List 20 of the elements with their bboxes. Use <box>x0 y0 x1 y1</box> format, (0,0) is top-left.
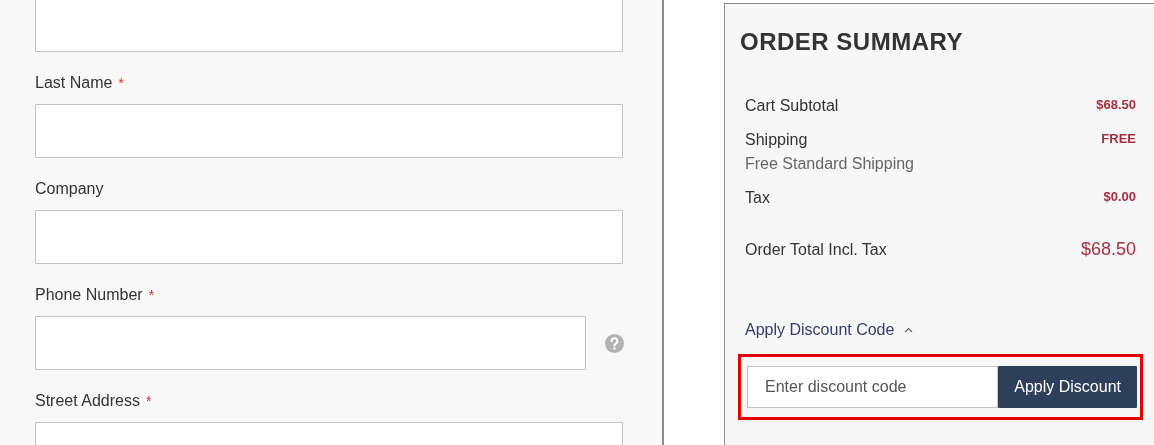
summary-label: Cart Subtotal <box>745 96 839 116</box>
required-mark: * <box>118 73 124 93</box>
apply-discount-button[interactable]: Apply Discount <box>998 366 1137 408</box>
field-label: Company <box>35 179 104 199</box>
total-value: $68.50 <box>1080 238 1136 261</box>
discount-field[interactable]: Enter discount code <box>747 366 999 408</box>
total-label: Order Total Incl. Tax <box>745 239 887 260</box>
summary-label: Tax <box>745 188 770 208</box>
summary-value: FREE <box>1101 130 1136 148</box>
summary-value: $68.50 <box>1096 96 1136 114</box>
field-label: Street Address <box>35 391 140 411</box>
discount-toggle[interactable]: Apply Discount Code <box>745 318 914 342</box>
field-label: Last Name <box>35 73 113 93</box>
summary-label: Shipping <box>745 130 809 150</box>
summary-value: $0.00 <box>1103 188 1136 206</box>
field-label: Phone Number <box>35 285 143 305</box>
summary-title: ORDER SUMMARY <box>740 27 964 57</box>
summary-detail: Free Standard Shipping <box>745 154 914 174</box>
required-mark: * <box>145 391 152 411</box>
required-mark: * <box>148 285 155 305</box>
